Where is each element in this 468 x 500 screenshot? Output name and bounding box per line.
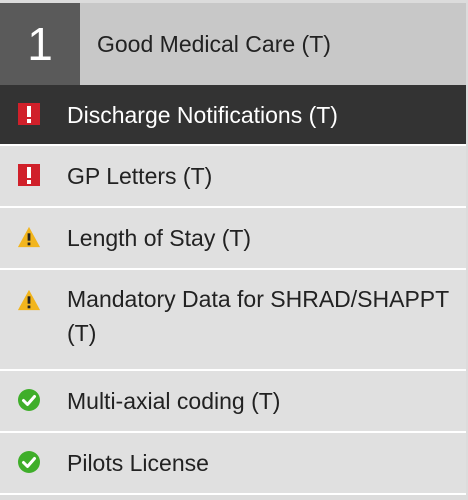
checklist-panel: 1 Good Medical Care (T) Discharge Notifi… — [0, 0, 468, 500]
item-label: Multi-axial coding (T) — [67, 388, 281, 414]
section-header[interactable]: 1 Good Medical Care (T) — [0, 3, 466, 85]
section-number: 1 — [0, 3, 80, 85]
checklist-items: Discharge Notifications (T) GP Letters (… — [0, 85, 466, 495]
section-title: Good Medical Care (T) — [97, 30, 331, 57]
warning-icon — [17, 225, 41, 249]
check-circle-icon — [17, 450, 41, 474]
warning-icon — [17, 288, 41, 312]
item-label: GP Letters (T) — [67, 163, 213, 189]
item-label: Pilots License — [67, 450, 209, 476]
list-item-gp-letters[interactable]: GP Letters (T) — [0, 146, 466, 208]
list-item-discharge-notifications[interactable]: Discharge Notifications (T) — [0, 85, 466, 146]
list-item-mandatory-data[interactable]: Mandatory Data for SHRAD/SHAPPT (T) — [0, 270, 466, 371]
list-item-multi-axial-coding[interactable]: Multi-axial coding (T) — [0, 371, 466, 433]
list-item-length-of-stay[interactable]: Length of Stay (T) — [0, 208, 466, 270]
check-circle-icon — [17, 388, 41, 412]
list-item-pilots-license[interactable]: Pilots License — [0, 433, 466, 495]
error-icon — [17, 163, 41, 187]
item-label: Discharge Notifications (T) — [67, 102, 338, 128]
item-label: Mandatory Data for SHRAD/SHAPPT (T) — [67, 286, 449, 346]
error-icon — [17, 102, 41, 126]
item-label: Length of Stay (T) — [67, 225, 252, 251]
